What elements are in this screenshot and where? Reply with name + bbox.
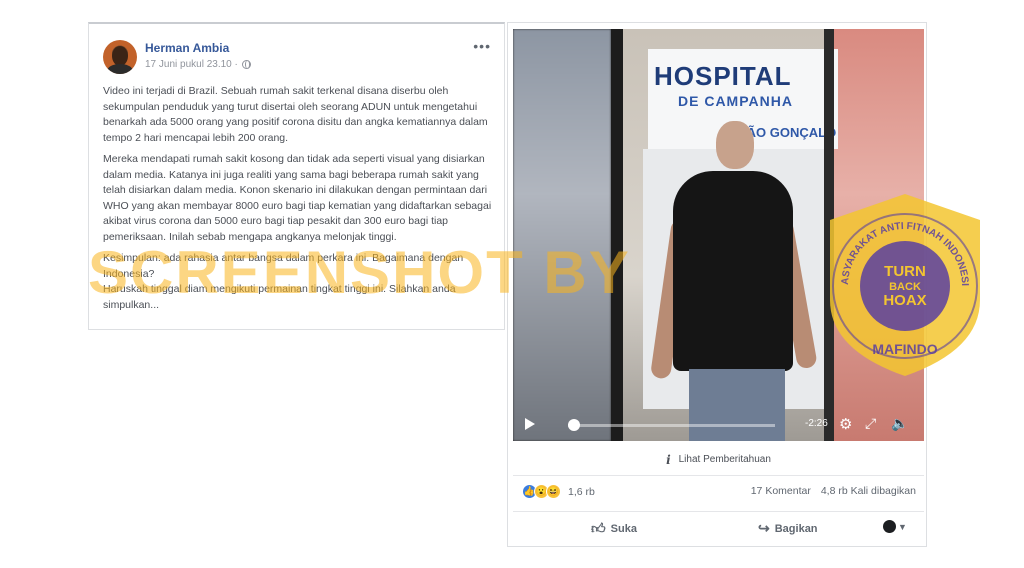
reaction-count[interactable]: 1,6 rb xyxy=(568,486,595,498)
svg-text:MAFINDO: MAFINDO xyxy=(872,341,937,357)
gear-icon[interactable]: ⚙ xyxy=(839,417,852,432)
post-timestamp[interactable]: 17 Juni pukul 23.10 · xyxy=(145,59,238,70)
person-body xyxy=(673,171,793,371)
progress-track[interactable] xyxy=(568,424,775,427)
reactions[interactable]: 👍 😮 😆 1,6 rb xyxy=(522,484,595,499)
more-options-icon[interactable]: ••• xyxy=(473,38,491,54)
expand-icon[interactable]: ⤢ xyxy=(865,416,876,431)
haha-reaction-icon: 😆 xyxy=(546,484,561,499)
profile-dot-icon xyxy=(883,520,896,533)
share-arrow-icon: ↪ xyxy=(758,520,770,536)
volume-icon[interactable]: 🔈 xyxy=(891,416,908,431)
person-head xyxy=(716,121,754,169)
sign-subtitle: DE CAMPANHA xyxy=(678,93,793,109)
svg-text:TURN: TURN xyxy=(884,263,926,280)
action-bar: 👍︎ Suka ↪ Bagikan ▼ xyxy=(513,511,924,541)
comment-count[interactable]: 17 Komentar xyxy=(751,485,811,497)
share-label: Bagikan xyxy=(774,522,818,535)
video-pole xyxy=(611,29,623,441)
avatar[interactable] xyxy=(103,40,137,74)
audience-selector[interactable]: ▼ xyxy=(883,520,907,533)
share-count[interactable]: 4,8 rb Kali dibagikan xyxy=(821,485,916,497)
mafindo-badge: MASYARAKAT ANTI FITNAH INDONESIA TURN BA… xyxy=(816,182,990,380)
mafindo-logo: MASYARAKAT ANTI FITNAH INDONESIA TURN BA… xyxy=(816,182,980,376)
video-controls: -2:26 ⚙ ⤢ 🔈 xyxy=(513,409,924,441)
globe-icon xyxy=(241,60,251,69)
chevron-down-icon: ▼ xyxy=(898,521,907,532)
svg-text:HOAX: HOAX xyxy=(883,292,926,309)
post-paragraph: Video ini terjadi di Brazil. Sebuah ruma… xyxy=(103,85,488,144)
engagement-counts: 17 Komentar 4,8 rb Kali dibagikan xyxy=(751,485,916,497)
like-label: Suka xyxy=(610,522,637,535)
author-name[interactable]: Herman Ambia xyxy=(145,41,229,55)
sign-title: HOSPITAL xyxy=(654,61,792,91)
post-paragraph: Mereka mendapati rumah sakit kosong dan … xyxy=(103,153,492,243)
notice-label[interactable]: Lihat Pemberitahuan xyxy=(679,454,771,465)
play-icon[interactable] xyxy=(525,418,535,430)
post-stats: 👍 😮 😆 1,6 rb 17 Komentar 4,8 rb Kali dib… xyxy=(522,484,916,500)
post-header: Herman Ambia 17 Juni pukul 23.10 · ••• xyxy=(103,38,493,76)
screenshot-stage: Herman Ambia 17 Juni pukul 23.10 · ••• V… xyxy=(0,0,1024,568)
time-remaining: -2:26 xyxy=(805,418,828,429)
video-blur-left xyxy=(513,29,611,441)
share-button[interactable]: ↪ Bagikan xyxy=(758,520,818,537)
like-button[interactable]: 👍︎ Suka xyxy=(591,520,637,537)
facebook-post: Herman Ambia 17 Juni pukul 23.10 · ••• V… xyxy=(88,22,505,330)
thumbs-up-icon: 👍︎ xyxy=(591,520,606,536)
progress-handle[interactable] xyxy=(568,419,581,431)
post-paragraph: Kesimpulan: ada rahasia antar bangsa dal… xyxy=(103,252,464,311)
info-icon: i xyxy=(666,452,671,467)
notice-bar[interactable]: i Lihat Pemberitahuan xyxy=(513,444,924,476)
post-meta: 17 Juni pukul 23.10 · xyxy=(145,59,251,70)
post-body: Video ini terjadi di Brazil. Sebuah ruma… xyxy=(103,84,495,319)
